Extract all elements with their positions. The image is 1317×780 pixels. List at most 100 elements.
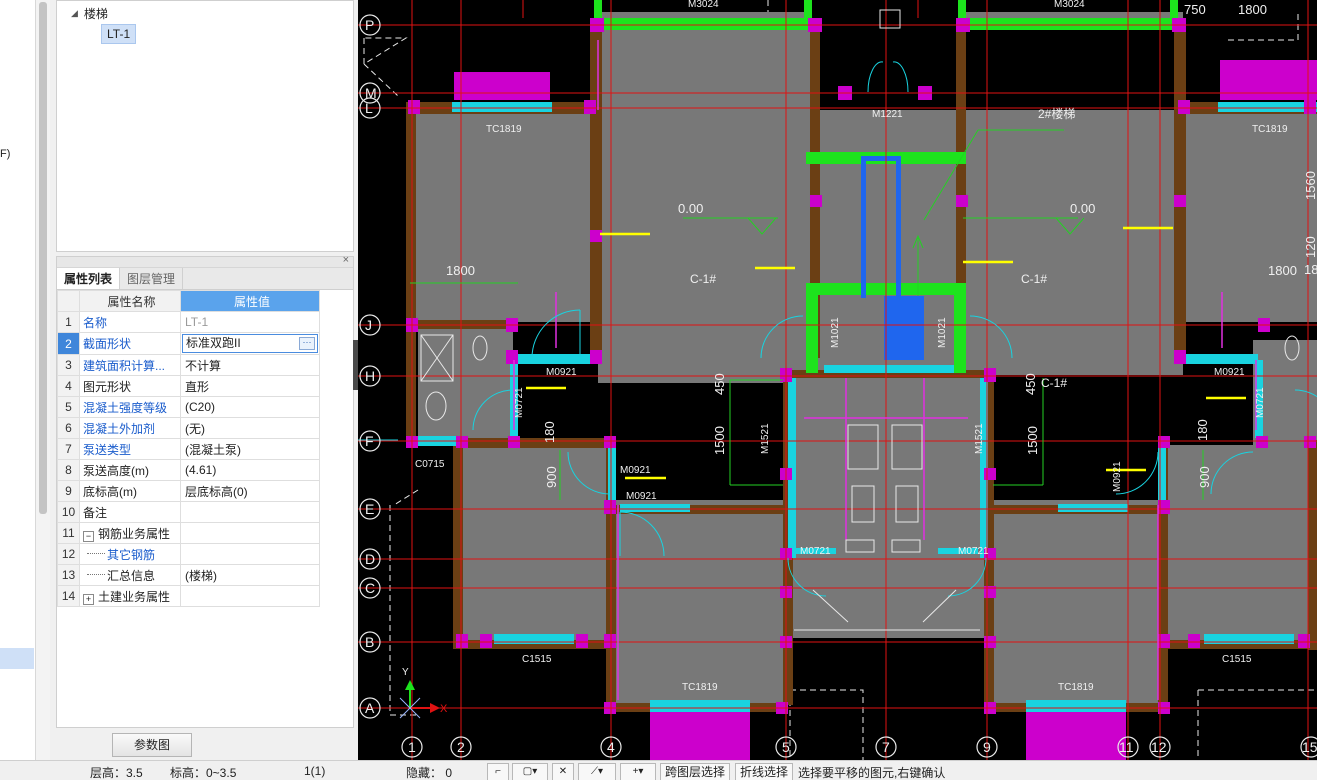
polyline-select-button[interactable]: 折线选择 [735, 763, 794, 780]
cursor-select-icon[interactable]: ⌐ [487, 763, 509, 780]
table-row: 7 泵送类型 (混凝土泵) [57, 438, 320, 460]
table-row: 6 混凝土外加剂 (无) [57, 417, 320, 439]
table-row: 13 汇总信息 (楼梯) [57, 564, 320, 586]
table-row-group: 14 + 土建业务属性 [57, 585, 320, 607]
property-name: 泵送高度(m) [79, 459, 181, 481]
tree-item-lt1[interactable]: LT-1 [101, 24, 137, 44]
property-value[interactable]: 层底标高(0) [180, 480, 320, 502]
elevation-readout: 标高：0~3.5 [170, 766, 237, 780]
corner-cell [57, 290, 80, 312]
expand-plus-icon[interactable]: + [83, 593, 94, 605]
status-hint: 选择要平移的图元,右键确认 [798, 766, 946, 780]
column-header-name: 属性名称 [79, 290, 181, 312]
row-number: 14 [57, 585, 80, 607]
tree-node-stairs[interactable]: ◢ 楼梯 [71, 5, 108, 21]
outer-tree-panel: F) [0, 0, 36, 760]
property-name: 名称 [79, 311, 181, 333]
row-number: 7 [57, 438, 80, 460]
drawing-canvas[interactable]: P M L J H F E D C B A 1 2 4 5 7 9 11 12 15 M3024 M3024 TC1819 T… [358, 0, 1317, 760]
cross-select-icon[interactable]: ✕ [552, 763, 574, 780]
outer-tree-scrollbar[interactable] [36, 0, 50, 760]
table-row-selected: 2 截面形状 标准双跑II ··· [57, 332, 320, 355]
collapse-triangle-icon[interactable]: ◢ [71, 8, 78, 19]
group-rebar-properties[interactable]: − 钢筋业务属性 [79, 522, 181, 544]
property-name: 混凝土外加剂 [79, 417, 181, 439]
hidden-count: 隐藏： 0 [406, 766, 453, 780]
property-value[interactable] [180, 501, 320, 523]
table-row: 5 混凝土强度等级 (C20) [57, 396, 320, 418]
section-shape-input[interactable]: 标准双跑II ··· [182, 334, 318, 353]
group-label: 土建业务属性 [98, 589, 171, 604]
property-value[interactable]: (4.61) [180, 459, 320, 481]
property-value[interactable] [180, 543, 320, 565]
property-table: 属性名称 属性值 1 名称 LT-1 2 截面形状 标准双跑II ··· 3 建… [57, 290, 320, 607]
add-mode-icon[interactable]: +▾ [620, 763, 656, 780]
grid-row-markers [359, 14, 381, 719]
row-number: 6 [57, 417, 80, 439]
tree-node-label: 楼梯 [83, 6, 108, 21]
property-value[interactable]: (无) [180, 417, 320, 439]
table-row: 4 图元形状 直形 [57, 375, 320, 397]
property-value-editor[interactable]: 标准双跑II ··· [180, 332, 320, 355]
property-name: 其它钢筋 [79, 543, 181, 565]
close-icon[interactable]: × [343, 254, 349, 266]
table-row-group: 11 − 钢筋业务属性 [57, 522, 320, 544]
snap-mode-icon[interactable]: ⟋▾ [578, 763, 616, 780]
property-value[interactable]: (混凝土泵) [180, 438, 320, 460]
panel-header: × [57, 254, 353, 268]
row-number: 12 [57, 543, 80, 565]
row-number: 10 [57, 501, 80, 523]
property-window: × 属性列表 图层管理 属性名称 属性值 1 名称 LT-1 2 截面形状 标准… [56, 254, 354, 728]
table-row: 9 底标高(m) 层底标高(0) [57, 480, 320, 502]
row-number: 9 [57, 480, 80, 502]
properties-panel: ◢ 楼梯 LT-1 × 属性列表 图层管理 属性名称 属性值 1 名称 LT-1… [50, 0, 356, 760]
selection-count: 1(1) [304, 764, 326, 778]
row-number: 4 [57, 375, 80, 397]
property-value[interactable]: (C20) [180, 396, 320, 418]
panel-tabs: 属性列表 图层管理 [57, 268, 353, 290]
truncated-tree-text: F) [0, 148, 11, 160]
row-number: 3 [57, 354, 80, 376]
table-row: 1 名称 LT-1 [57, 311, 320, 333]
table-row: 12 其它钢筋 [57, 543, 320, 565]
floor-height-readout: 层高：3.5 [90, 766, 143, 780]
row-number: 8 [57, 459, 80, 481]
grid-column-markers [401, 736, 1317, 758]
property-name: 底标高(m) [79, 480, 181, 502]
component-tree: ◢ 楼梯 LT-1 [56, 0, 354, 252]
tree-connector [87, 553, 105, 555]
property-value[interactable]: LT-1 [180, 311, 320, 333]
group-civil-properties[interactable]: + 土建业务属性 [79, 585, 181, 607]
ellipsis-button[interactable]: ··· [299, 337, 315, 350]
table-row: 8 泵送高度(m) (4.61) [57, 459, 320, 481]
property-name: 备注 [79, 501, 181, 523]
tab-layer-management[interactable]: 图层管理 [120, 268, 184, 289]
cross-layer-select-button[interactable]: 跨图层选择 [660, 763, 731, 780]
property-name: 泵送类型 [79, 438, 181, 460]
row-number: 13 [57, 564, 80, 586]
property-value[interactable]: 直形 [180, 375, 320, 397]
ucs-axis-icon [399, 680, 440, 719]
property-label: 汇总信息 [107, 568, 156, 583]
property-name: 混凝土强度等级 [79, 396, 181, 418]
selected-tree-row[interactable] [0, 648, 34, 669]
collapse-minus-icon[interactable]: − [83, 530, 94, 542]
property-value[interactable]: 不计算 [180, 354, 320, 376]
table-row: 3 建筑面积计算... 不计算 [57, 354, 320, 376]
row-number: 5 [57, 396, 80, 418]
table-row: 10 备注 [57, 501, 320, 523]
status-bar: 层高：3.5 标高：0~3.5 1(1) 隐藏： 0 ⌐ ▢▾ ✕ ⟋▾ +▾ … [0, 760, 1317, 780]
property-name: 汇总信息 [79, 564, 181, 586]
scrollbar-thumb[interactable] [39, 2, 47, 514]
row-number: 11 [57, 522, 80, 544]
property-value [180, 585, 320, 607]
property-value[interactable]: (楼梯) [180, 564, 320, 586]
section-shape-value: 标准双跑II [186, 336, 241, 350]
property-name: 图元形状 [79, 375, 181, 397]
property-label: 其它钢筋 [107, 547, 156, 562]
box-select-icon[interactable]: ▢▾ [512, 763, 548, 780]
property-name: 截面形状 [79, 332, 181, 355]
property-name: 建筑面积计算... [79, 354, 181, 376]
tab-property-list[interactable]: 属性列表 [57, 268, 121, 289]
parameter-graph-button[interactable]: 参数图 [112, 733, 192, 757]
